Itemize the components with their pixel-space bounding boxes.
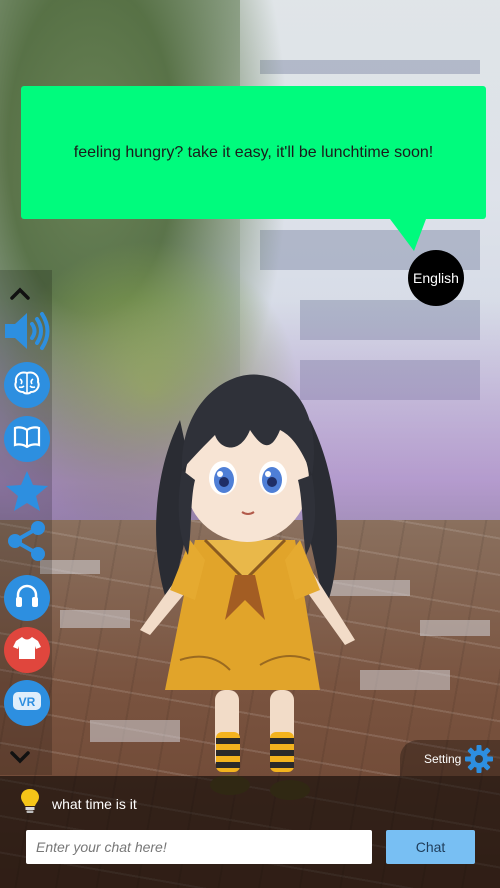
speech-text: feeling hungry? take it easy, it'll be l… [73, 143, 434, 161]
chat-input[interactable] [26, 830, 372, 864]
voice-button[interactable] [4, 310, 50, 356]
shirt-icon [12, 635, 42, 666]
vr-icon: VR [11, 689, 43, 718]
share-button[interactable] [4, 520, 50, 566]
brain-icon [12, 370, 42, 401]
chat-send-button[interactable]: Chat [386, 830, 475, 864]
gear-icon[interactable] [464, 744, 494, 774]
speech-bubble-tail [390, 219, 426, 251]
setting-label[interactable]: Setting [424, 752, 461, 766]
share-icon [5, 519, 49, 568]
favorite-button[interactable] [4, 470, 50, 516]
headphones-icon [13, 582, 41, 615]
speaker-icon [3, 308, 51, 359]
lightbulb-icon [18, 787, 42, 815]
svg-text:VR: VR [19, 695, 36, 709]
last-user-message: what time is it [52, 796, 137, 812]
outfit-button[interactable] [4, 627, 50, 673]
brain-button[interactable] [4, 362, 50, 408]
language-button[interactable]: English [408, 250, 464, 306]
star-icon [4, 469, 50, 518]
chevron-down-icon[interactable] [10, 750, 30, 766]
vr-button[interactable]: VR [4, 680, 50, 726]
speech-bubble: feeling hungry? take it easy, it'll be l… [21, 86, 486, 219]
book-button[interactable] [4, 416, 50, 462]
chevron-up-icon[interactable] [10, 285, 30, 301]
anime-character[interactable] [120, 360, 370, 810]
book-icon [13, 425, 41, 453]
headphones-button[interactable] [4, 575, 50, 621]
